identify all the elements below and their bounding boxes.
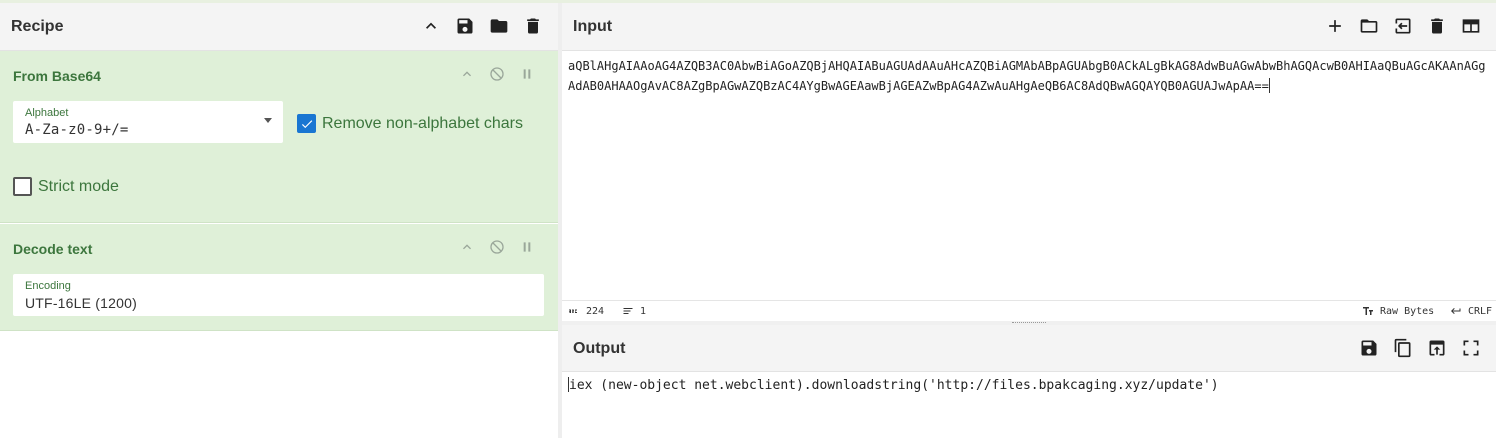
encoding-value: UTF-16LE (1200) (25, 295, 137, 311)
input-header: Input (562, 3, 1496, 51)
save-icon[interactable] (454, 15, 476, 37)
disable-icon[interactable] (488, 238, 506, 256)
lines-icon (623, 308, 633, 314)
checkbox-checked-icon[interactable] (297, 114, 316, 133)
text-format-icon (1363, 307, 1373, 315)
format-value: Raw Bytes (1380, 305, 1435, 317)
plus-icon[interactable] (1324, 15, 1346, 37)
folder-icon[interactable] (1358, 15, 1380, 37)
eol-selector[interactable]: CRLF (1450, 305, 1492, 317)
maximize-icon[interactable] (1460, 337, 1482, 359)
alphabet-select[interactable]: Alphabet A-Za-z0-9+/= (13, 101, 283, 143)
replace-input-icon[interactable] (1426, 337, 1448, 359)
length-indicator: 224 (568, 305, 604, 317)
trash-icon[interactable] (522, 15, 544, 37)
operation-from-base64[interactable]: From Base64 Alphabet A-Za-z0-9+/= Remove… (0, 51, 558, 223)
strict-mode-checkbox[interactable]: Strict mode (13, 177, 119, 196)
checkbox-unchecked-icon[interactable] (13, 177, 32, 196)
strict-mode-label: Strict mode (38, 177, 119, 195)
copy-icon[interactable] (1392, 337, 1414, 359)
disable-icon[interactable] (488, 65, 506, 83)
recipe-header: Recipe (0, 3, 558, 51)
remove-non-alphabet-label: Remove non-alphabet chars (322, 114, 524, 132)
chevron-down-icon (264, 118, 272, 123)
input-pane: Input aQBlAHgAIAAoAG4AZQB3AC0AbwBiAGoAZQ… (562, 3, 1496, 321)
recipe-title: Recipe (11, 18, 64, 35)
text-cursor (1268, 78, 1270, 93)
lines-indicator: 1 (622, 305, 646, 317)
output-header: Output (562, 325, 1496, 372)
eol-value: CRLF (1468, 305, 1493, 317)
output-title: Output (573, 340, 626, 357)
input-text: aQBlAHgAIAAoAG4AZQB3AC0AbwBiAGoAZQBjAHQA… (568, 59, 1486, 93)
operation-title: Decode text (13, 241, 93, 257)
save-icon[interactable] (1358, 337, 1380, 359)
keyboard-return-icon (1451, 308, 1461, 314)
recipe-pane: Recipe From Base64 Alphabet A-Za-z0-9+/=… (0, 3, 558, 438)
operation-decode-text[interactable]: Decode text Encoding UTF-16LE (1200) (0, 224, 558, 331)
folder-icon[interactable] (488, 15, 510, 37)
chevron-up-icon[interactable] (420, 15, 442, 37)
chevron-up-icon[interactable] (458, 65, 476, 83)
alphabet-label: Alphabet (25, 107, 69, 119)
encoding-label: Encoding (25, 280, 71, 292)
alphabet-value: A-Za-z0-9+/= (25, 122, 129, 138)
pause-icon[interactable] (518, 65, 536, 83)
chevron-up-icon[interactable] (458, 238, 476, 256)
abc-icon (569, 309, 577, 313)
drag-handle[interactable] (1012, 322, 1046, 324)
layout-icon[interactable] (1460, 15, 1482, 37)
trash-icon[interactable] (1426, 15, 1448, 37)
import-icon[interactable] (1392, 15, 1414, 37)
operation-title: From Base64 (13, 68, 101, 84)
encoding-select[interactable]: Encoding UTF-16LE (1200) (13, 274, 544, 316)
output-pane: Output iex (new-object net.webclient).do… (562, 325, 1496, 438)
output-textarea[interactable]: iex (new-object net.webclient).downloads… (568, 377, 1219, 393)
pause-icon[interactable] (518, 238, 536, 256)
length-value: 224 (586, 305, 605, 317)
input-status-bar: 224 1 Raw Bytes CRLF (562, 300, 1496, 321)
input-title: Input (573, 18, 613, 35)
output-text: iex (new-object net.webclient).downloads… (569, 378, 1219, 393)
format-selector[interactable]: Raw Bytes (1362, 305, 1434, 317)
remove-non-alphabet-checkbox[interactable]: Remove non-alphabet chars (297, 114, 523, 133)
lines-value: 1 (640, 305, 647, 317)
input-textarea[interactable]: aQBlAHgAIAAoAG4AZQB3AC0AbwBiAGoAZQBjAHQA… (568, 56, 1492, 96)
